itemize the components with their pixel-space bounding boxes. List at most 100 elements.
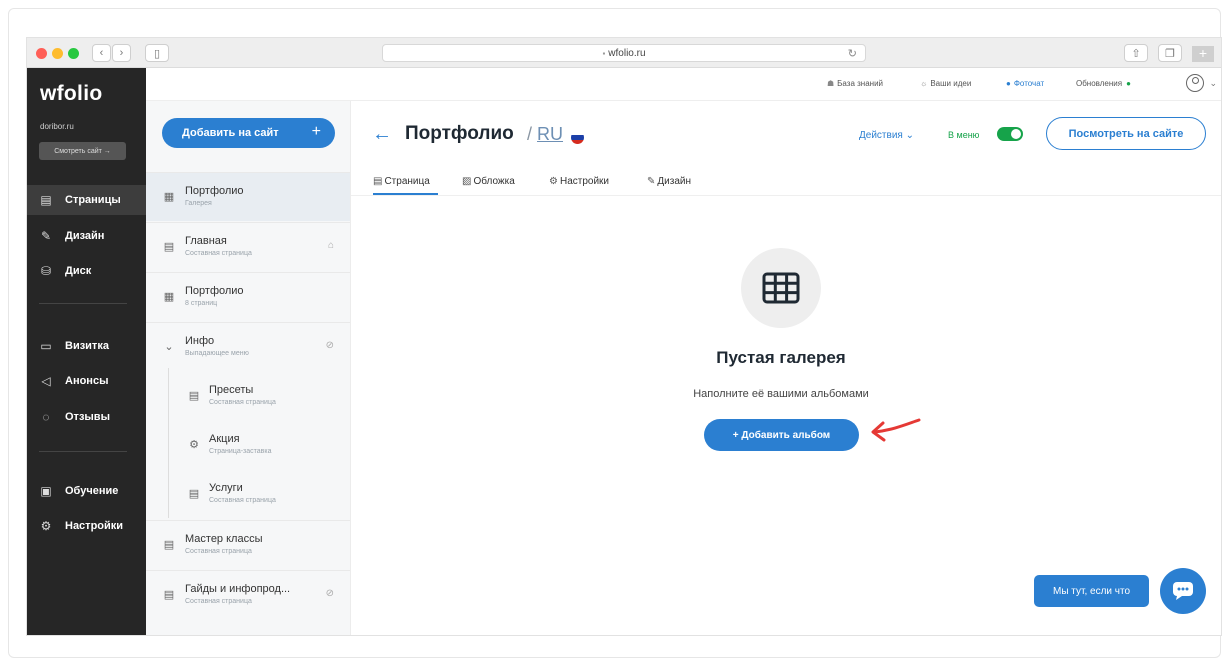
- chat-icon[interactable]: [1160, 568, 1206, 614]
- chevron-down-icon: ⌄: [905, 130, 914, 141]
- tab-label: Страница: [384, 176, 430, 187]
- browser-window: ‹ › ▯ ▪ wfolio.ru ↻ ⇧ ❐ + wfolio doribor…: [27, 38, 1221, 635]
- tabs-icon[interactable]: ❐: [1158, 44, 1182, 62]
- page-item-home[interactable]: ▤ Главная Составная страница ⌂: [146, 222, 350, 271]
- plus-icon: +: [311, 123, 321, 140]
- new-tab-icon[interactable]: +: [1192, 46, 1214, 62]
- page-icon: ▤: [188, 390, 200, 402]
- home-icon: ⌂: [327, 240, 334, 251]
- pen-icon: ✎: [647, 176, 656, 187]
- chevron-down-icon[interactable]: ⌄: [1209, 78, 1217, 89]
- minimize-window-button[interactable]: [52, 48, 63, 59]
- language-code: RU: [537, 124, 564, 144]
- page-title: Портфолио: [185, 185, 244, 197]
- megaphone-icon: ◁: [41, 374, 51, 388]
- photochat-label: Фоточат: [1013, 79, 1045, 88]
- share-icon[interactable]: ⇧: [1124, 44, 1148, 62]
- page-title: Портфолио: [405, 123, 514, 144]
- page-icon: ▤: [163, 241, 175, 253]
- sidebar-item-settings[interactable]: ⚙ Настройки: [27, 511, 146, 541]
- tab-cover[interactable]: ▨ Обложка: [462, 176, 515, 187]
- app-logo[interactable]: wfolio: [40, 82, 102, 106]
- actions-dropdown[interactable]: Действия ⌄: [859, 130, 914, 141]
- sidebar-item-pages[interactable]: ▤ Страницы: [27, 185, 146, 215]
- sidebar-item-design[interactable]: ✎ Дизайн: [27, 221, 146, 251]
- page-title: Гайды и инфопрод...: [185, 583, 291, 595]
- card-icon: ▭: [40, 339, 52, 353]
- database-icon: ⛁: [40, 264, 52, 278]
- knowledge-base-link[interactable]: ☗ База знаний: [827, 79, 883, 88]
- sidebar-item-label: Дизайн: [65, 230, 105, 242]
- page-type: Страница-заставка: [209, 448, 272, 455]
- chevron-down-icon[interactable]: ⌄: [163, 340, 175, 353]
- page-item-guides[interactable]: ▤ Гайды и инфопрод... Составная страница…: [146, 570, 350, 619]
- page-item-info[interactable]: ⌄ Инфо Выпадающее меню ⊘: [146, 322, 350, 371]
- sidebar-item-label: Страницы: [65, 194, 121, 206]
- language-selector[interactable]: / RU: [527, 124, 563, 145]
- sidebar-item-label: Отзывы: [65, 411, 110, 423]
- tab-label: Дизайн: [657, 176, 692, 187]
- gear-icon: ⚙: [189, 439, 199, 451]
- view-site-button[interactable]: Смотреть сайт →: [39, 142, 126, 160]
- tab-settings[interactable]: ⚙ Настройки: [549, 176, 609, 187]
- book-icon: ▣: [40, 484, 52, 498]
- reload-icon[interactable]: ↻: [848, 47, 857, 60]
- photochat-link[interactable]: ● Фоточат: [1006, 79, 1044, 88]
- tab-label: Настройки: [559, 176, 610, 187]
- back-nav-button[interactable]: ‹: [92, 44, 111, 62]
- add-to-site-button[interactable]: Добавить на сайт +: [162, 118, 335, 148]
- page-icon: ▤: [373, 176, 383, 187]
- help-button[interactable]: Мы тут, если что: [1034, 575, 1149, 607]
- sidebar-item-card[interactable]: ▭ Визитка: [27, 331, 146, 361]
- gallery-grid-icon: [741, 248, 821, 328]
- tab-label: Обложка: [473, 176, 515, 187]
- sidebar-item-reviews[interactable]: ◌ Отзывы: [27, 402, 146, 432]
- tab-design[interactable]: ✎ Дизайн: [647, 176, 691, 187]
- page-title: Главная: [185, 235, 227, 247]
- russia-flag-icon: [571, 131, 584, 144]
- image-icon: ▨: [462, 176, 472, 187]
- add-to-site-label: Добавить на сайт: [182, 127, 279, 139]
- user-avatar-icon[interactable]: [1186, 74, 1204, 92]
- add-album-button[interactable]: + Добавить альбом: [704, 419, 859, 451]
- page-item-services[interactable]: ▤ Услуги Составная страница: [146, 470, 350, 519]
- maximize-window-button[interactable]: [68, 48, 79, 59]
- sidebar-item-label: Анонсы: [65, 375, 109, 387]
- pages-panel: Добавить на сайт + ▦ Портфолио Галерея ▤…: [146, 68, 351, 635]
- actions-label: Действия: [859, 130, 903, 141]
- address-bar[interactable]: ▪ wfolio.ru ↻: [382, 44, 866, 62]
- sidebar-item-label: Обучение: [65, 485, 119, 497]
- page-title: Акция: [209, 433, 240, 445]
- view-on-site-button[interactable]: Посмотреть на сайте: [1046, 117, 1206, 150]
- page-title: Услуги: [209, 482, 243, 494]
- page-item-presets[interactable]: ▤ Пресеты Составная страница: [146, 372, 350, 421]
- sidebar-item-disk[interactable]: ⛁ Диск: [27, 256, 146, 286]
- page-item-portfolio-pages[interactable]: ▦ Портфолио 8 страниц: [146, 272, 350, 321]
- page-type: Составная страница: [185, 598, 252, 605]
- sidebar-item-label: Визитка: [65, 340, 109, 352]
- lightbulb-icon: ☼: [920, 79, 928, 88]
- empty-gallery-title: Пустая галерея: [716, 348, 846, 367]
- page-item-masterclasses[interactable]: ▤ Мастер классы Составная страница: [146, 520, 350, 569]
- page-item-portfolio-gallery[interactable]: ▦ Портфолио Галерея: [146, 172, 350, 221]
- updates-link[interactable]: Обновления ●: [1076, 79, 1131, 88]
- telegram-icon: ●: [1006, 79, 1011, 88]
- your-ideas-link[interactable]: ☼ Ваши идеи: [920, 79, 971, 88]
- hidden-eye-icon: ⊘: [325, 588, 334, 599]
- browser-titlebar: ‹ › ▯ ▪ wfolio.ru ↻ ⇧ ❐ +: [27, 38, 1221, 68]
- in-menu-label: В меню: [948, 130, 980, 140]
- pen-icon: ✎: [40, 229, 52, 243]
- gear-icon: ⚙: [40, 519, 52, 533]
- top-links-bar: ☗ База знаний ☼ Ваши идеи ● Фоточат Обновле…: [146, 68, 1221, 101]
- forward-nav-button[interactable]: ›: [112, 44, 131, 62]
- page-type: Галерея: [185, 200, 212, 207]
- in-menu-toggle[interactable]: [997, 127, 1023, 141]
- back-arrow-icon[interactable]: ←: [372, 123, 392, 146]
- sidebar-item-announcements[interactable]: ◁ Анонсы: [27, 366, 146, 396]
- close-window-button[interactable]: [36, 48, 47, 59]
- page-item-promo[interactable]: ⚙ Акция Страница-заставка: [146, 421, 350, 470]
- tab-page[interactable]: ▤ Страница: [373, 176, 430, 187]
- sidebar-toggle-icon[interactable]: ▯: [145, 44, 169, 62]
- chat-icon: ◌: [42, 410, 50, 424]
- sidebar-item-learning[interactable]: ▣ Обучение: [27, 476, 146, 506]
